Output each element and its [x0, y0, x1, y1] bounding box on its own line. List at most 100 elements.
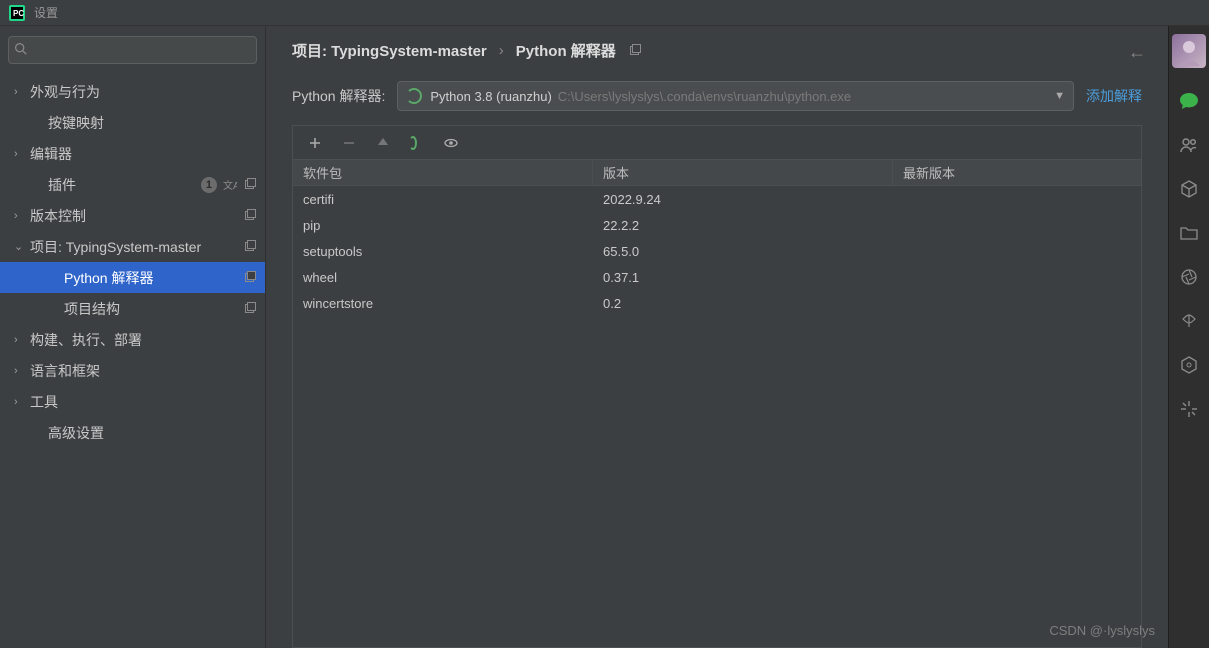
sidebar-item-label: 工具 [30, 392, 58, 412]
packages-panel: 软件包 版本 最新版本 certifi2022.9.24pip22.2.2set… [292, 125, 1142, 648]
butterfly-icon[interactable] [1178, 310, 1200, 332]
titlebar: PC 设置 [0, 0, 1209, 26]
upgrade-package-button[interactable] [375, 135, 391, 151]
sidebar-item[interactable]: ›项目结构 [0, 293, 265, 324]
table-row[interactable]: pip22.2.2 [293, 212, 1141, 238]
sidebar-item[interactable]: ›高级设置 [0, 417, 265, 448]
search-icon [14, 42, 27, 58]
sidebar-item[interactable]: ⌄项目: TypingSystem-master [0, 231, 265, 262]
table-row[interactable]: setuptools65.5.0 [293, 238, 1141, 264]
table-row[interactable]: wincertstore0.2 [293, 290, 1141, 316]
sidebar-item-label: 按键映射 [48, 113, 104, 133]
cell: setuptools [293, 238, 593, 264]
sidebar-item-label: 构建、执行、部署 [30, 330, 142, 350]
cell [893, 264, 1141, 290]
packages-body: certifi2022.9.24pip22.2.2setuptools65.5.… [293, 186, 1141, 647]
right-toolbar [1168, 26, 1209, 648]
restore-icon [243, 271, 257, 285]
chevron-right-icon: › [14, 148, 28, 160]
chevron-right-icon: › [14, 396, 28, 408]
loading-spinner-icon [406, 88, 422, 104]
cube-icon[interactable] [1178, 178, 1200, 200]
table-row[interactable]: wheel0.37.1 [293, 264, 1141, 290]
remove-package-button[interactable] [341, 135, 357, 151]
cell [893, 186, 1141, 212]
pycharm-logo-icon: PC [8, 4, 26, 22]
interpreter-label: Python 解释器: [292, 86, 385, 106]
chevron-right-icon: › [14, 365, 28, 377]
restore-icon[interactable] [628, 44, 642, 58]
packages-header: 软件包 版本 最新版本 [293, 160, 1141, 186]
restore-icon [243, 178, 257, 192]
sidebar-item[interactable]: ›构建、执行、部署 [0, 324, 265, 355]
avatar[interactable] [1172, 34, 1206, 68]
add-interpreter-link[interactable]: 添加解释 [1086, 86, 1142, 106]
cell [893, 238, 1141, 264]
cell: 2022.9.24 [593, 186, 893, 212]
cell: certifi [293, 186, 593, 212]
sidebar-item[interactable]: ›编辑器 [0, 138, 265, 169]
breadcrumb: 项目: TypingSystem-master › Python 解释器 [266, 26, 1168, 71]
aperture-icon[interactable] [1178, 266, 1200, 288]
sidebar-item[interactable]: ›外观与行为 [0, 76, 265, 107]
sidebar-item-label: 插件 [48, 175, 76, 195]
sidebar-item[interactable]: ›插件1文A [0, 169, 265, 200]
breadcrumb-separator: › [499, 42, 504, 59]
sidebar-item-label: 项目: TypingSystem-master [30, 237, 201, 257]
restore-icon [243, 209, 257, 223]
svg-text:文A: 文A [223, 179, 237, 192]
settings-sidebar: ›外观与行为›按键映射›编辑器›插件1文A›版本控制⌄项目: TypingSys… [0, 26, 266, 648]
column-header-latest[interactable]: 最新版本 [893, 160, 1141, 185]
spark-icon[interactable] [1178, 398, 1200, 420]
sidebar-item[interactable]: ›版本控制 [0, 200, 265, 231]
interpreter-name: Python 3.8 (ruanzhu) [430, 89, 551, 104]
sidebar-item-label: 外观与行为 [30, 82, 100, 102]
chevron-right-icon: › [14, 86, 28, 98]
chevron-down-icon: ▼ [1054, 90, 1065, 102]
chevron-right-icon: › [14, 210, 28, 222]
cell: 0.37.1 [593, 264, 893, 290]
column-header-package[interactable]: 软件包 [293, 160, 593, 185]
add-package-button[interactable] [307, 135, 323, 151]
restore-icon [243, 240, 257, 254]
cell: wincertstore [293, 290, 593, 316]
translate-icon: 文A [223, 178, 237, 192]
sidebar-item-label: 编辑器 [30, 144, 72, 164]
window-title: 设置 [34, 4, 58, 21]
contacts-icon[interactable] [1178, 134, 1200, 156]
sidebar-item[interactable]: ›按键映射 [0, 107, 265, 138]
svg-text:PC: PC [13, 9, 24, 18]
sidebar-item-selected[interactable]: ›Python 解释器 [0, 262, 265, 293]
watermark: CSDN @·lyslyslys [1049, 623, 1155, 638]
cell: 22.2.2 [593, 212, 893, 238]
sidebar-item-label: 版本控制 [30, 206, 86, 226]
cell [893, 212, 1141, 238]
cell: 65.5.0 [593, 238, 893, 264]
column-header-version[interactable]: 版本 [593, 160, 893, 185]
content-panel: 项目: TypingSystem-master › Python 解释器 ← P… [266, 26, 1168, 648]
interpreter-path: C:\Users\lyslyslys\.conda\envs\ruanzhu\p… [558, 89, 851, 104]
folder-icon[interactable] [1178, 222, 1200, 244]
refresh-button[interactable] [409, 135, 425, 151]
chevron-down-icon: ⌄ [14, 240, 28, 253]
settings-tree: ›外观与行为›按键映射›编辑器›插件1文A›版本控制⌄项目: TypingSys… [0, 72, 265, 648]
breadcrumb-part: Python 解释器 [516, 40, 616, 61]
chat-icon[interactable] [1178, 90, 1200, 112]
settings-search-input[interactable] [8, 36, 257, 64]
back-arrow-icon[interactable]: ← [1128, 42, 1146, 63]
sidebar-item[interactable]: ›工具 [0, 386, 265, 417]
count-badge: 1 [201, 177, 217, 193]
restore-icon [243, 302, 257, 316]
table-row[interactable]: certifi2022.9.24 [293, 186, 1141, 212]
show-early-releases-button[interactable] [443, 135, 459, 151]
sidebar-item-label: Python 解释器 [64, 268, 153, 288]
cell: wheel [293, 264, 593, 290]
interpreter-dropdown[interactable]: Python 3.8 (ruanzhu) C:\Users\lyslyslys\… [397, 81, 1074, 111]
packages-toolbar [293, 126, 1141, 160]
sidebar-item-label: 语言和框架 [30, 361, 100, 381]
sidebar-item-label: 项目结构 [64, 299, 120, 319]
sidebar-item[interactable]: ›语言和框架 [0, 355, 265, 386]
sidebar-item-label: 高级设置 [48, 423, 104, 443]
hexagon-icon[interactable] [1178, 354, 1200, 376]
cell: 0.2 [593, 290, 893, 316]
